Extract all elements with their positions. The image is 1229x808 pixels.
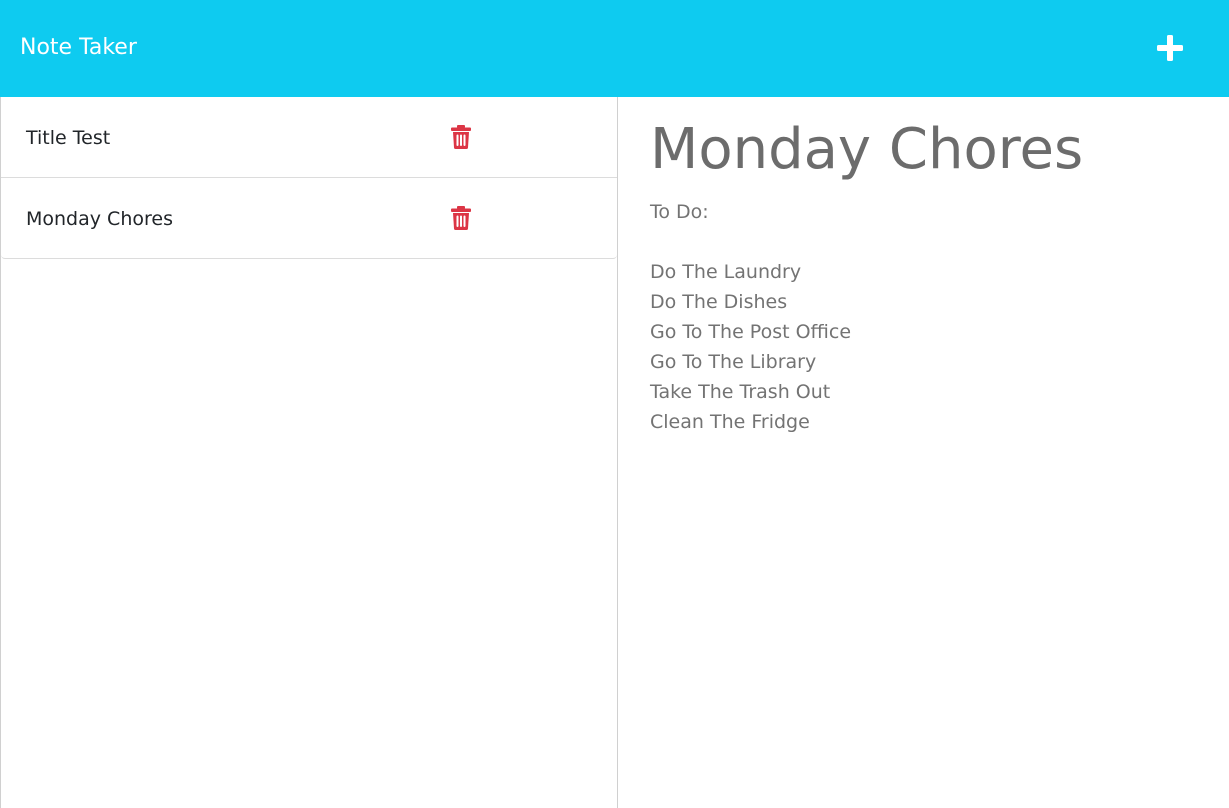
new-note-button[interactable] — [1150, 28, 1190, 68]
note-text-field[interactable]: To Do: Do The Laundry Do The Dishes Go T… — [650, 197, 1210, 437]
note-editor: Monday Chores To Do: Do The Laundry Do T… — [618, 97, 1229, 808]
trash-icon — [451, 125, 471, 149]
note-item-title[interactable]: Title Test — [26, 126, 110, 150]
note-list: Title Test Monday Chores — [1, 97, 617, 259]
delete-note-button[interactable] — [449, 205, 473, 231]
note-title-field[interactable]: Monday Chores — [650, 117, 1083, 183]
note-item-title[interactable]: Monday Chores — [26, 207, 173, 231]
list-item[interactable]: Monday Chores — [1, 178, 617, 259]
trash-icon — [451, 206, 471, 230]
notes-sidebar: Title Test Monday Chores — [0, 97, 618, 808]
app-title[interactable]: Note Taker — [20, 33, 137, 63]
list-item[interactable]: Title Test — [1, 97, 617, 178]
plus-icon — [1157, 35, 1183, 61]
delete-note-button[interactable] — [449, 124, 473, 150]
navbar: Note Taker — [0, 0, 1229, 97]
